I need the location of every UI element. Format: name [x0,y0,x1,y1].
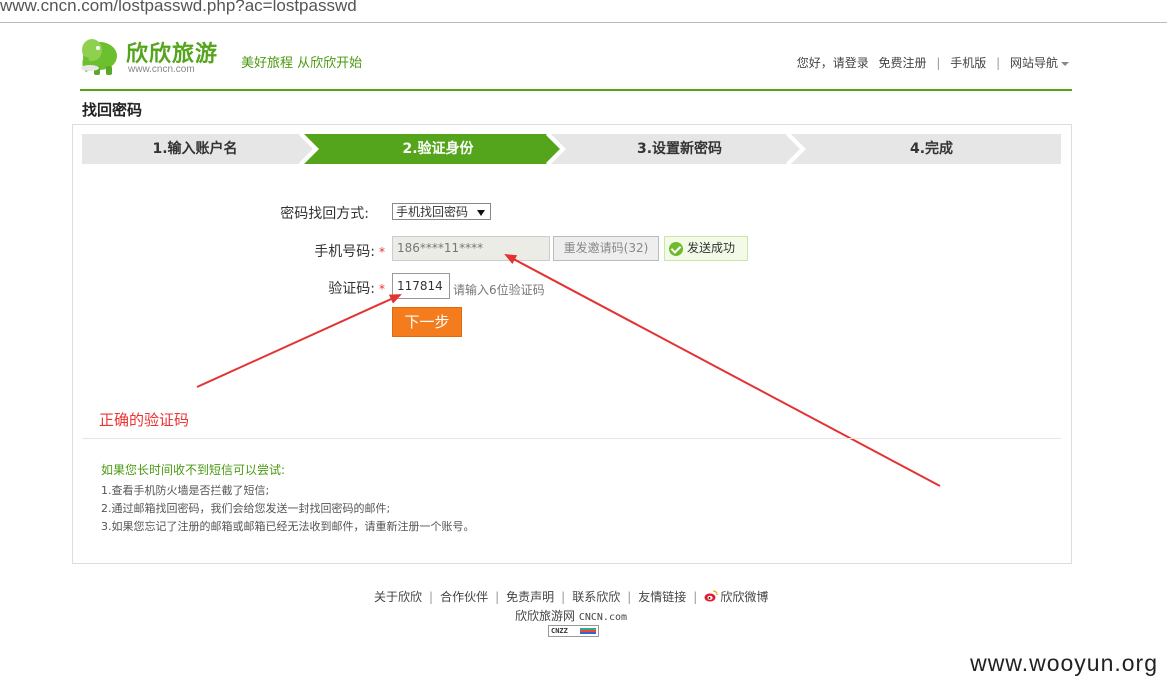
annotation-text: 正确的验证码 [99,411,190,429]
weibo-icon [704,590,718,602]
check-icon [669,242,683,256]
divider: | [936,56,941,70]
greeting: 您好， [796,56,833,70]
footer-link-partners[interactable]: 合作伙伴 [440,590,488,604]
step-4: 4.完成 [909,141,954,157]
tips-title: 如果您长时间收不到短信可以尝试: [101,463,286,477]
footer-links: 关于欣欣 | 合作伙伴 | 免责声明 | 联系欣欣 | 友情链接 | 欣欣微博 [374,588,768,605]
tip-item: 1.查看手机防火墙是否拦截了短信; [101,484,270,497]
divider: | [495,590,500,604]
browser-address-bar[interactable]: www.cncn.com/lostpasswd.php?ac=lostpassw… [0,0,1167,23]
mobile-link[interactable]: 手机版 [950,56,986,70]
brand-domain: www.cncn.com [128,64,195,75]
code-hint: 请输入6位验证码 [453,283,545,297]
step-3: 3.设置新密码 [636,141,723,157]
method-label: 密码找回方式: [280,206,369,222]
footer-link-friends[interactable]: 友情链接 [638,590,686,604]
step-2-active: 2.验证身份 [402,141,474,157]
dropdown-arrow-icon [477,210,485,216]
copyright: 欣欣旅游网 CNCN.com [515,607,627,624]
watermark: www.wooyun.org [970,650,1158,676]
phone-field[interactable]: 186****11**** [392,236,550,261]
resend-code-button[interactable]: 重发邀请码(32) [553,236,659,261]
register-link[interactable]: 免费注册 [879,56,927,70]
footer-link-weibo[interactable]: 欣欣微博 [704,590,768,604]
footer-link-about[interactable]: 关于欣欣 [374,590,422,604]
divider: | [627,590,632,604]
next-step-button[interactable]: 下一步 [392,307,462,337]
cnzz-bars-icon [580,628,596,634]
tip-item: 2.通过邮箱找回密码，我们会给您发送一封找回密码的邮件; [101,502,391,515]
step-1: 1.输入账户名 [152,141,238,157]
section-divider [82,438,1061,439]
header-divider [80,89,1072,91]
required-mark: * [379,245,385,259]
cnzz-badge[interactable]: CNZZ [548,625,599,637]
footer-link-contact[interactable]: 联系欣欣 [572,590,620,604]
copyright-en: CNCN.com [578,612,628,623]
page-title: 找回密码 [82,101,143,119]
top-navigation: 您好，请登录 免费注册 | 手机版 | 网站导航 [797,54,1069,71]
phone-label-text: 手机号码: [314,244,375,260]
weibo-label: 欣欣微博 [720,590,769,604]
divider: | [429,590,434,604]
cnzz-label: CNZZ [551,627,568,635]
elephant-logo-icon [81,39,117,75]
content-panel [72,124,1072,564]
divider: | [561,590,566,604]
divider: | [996,56,1001,70]
divider: | [693,590,698,604]
code-label-text: 验证码: [328,281,375,297]
url-text[interactable]: www.cncn.com/lostpasswd.php?ac=lostpassw… [0,0,357,16]
tip-item: 3.如果您忘记了注册的邮箱或邮箱已经无法收到邮件，请重新注册一个账号。 [101,520,475,533]
code-label: 验证码: * [290,278,385,298]
footer-link-disclaimer[interactable]: 免责声明 [506,590,554,604]
required-mark: * [379,282,385,296]
send-success-notice: 发送成功 [664,236,748,261]
recovery-method-select[interactable]: 手机找回密码 [392,203,491,220]
select-value: 手机找回密码 [396,205,469,219]
slogan: 美好旅程 从欣欣开始 [241,56,363,71]
phone-label: 手机号码: * [290,241,385,261]
copyright-cn: 欣欣旅游网 [515,609,576,623]
site-nav-link[interactable]: 网站导航 [1010,56,1069,70]
success-text: 发送成功 [687,241,736,255]
site-nav-label: 网站导航 [1009,56,1058,70]
progress-steps: 1.输入账户名 2.验证身份 3.设置新密码 4.完成 [82,134,1061,164]
verification-code-input[interactable]: 117814 [392,273,450,299]
site-logo[interactable]: 欣欣旅游 www.cncn.com [78,30,228,80]
chevron-down-icon [1061,61,1069,66]
login-link[interactable]: 请登录 [833,56,869,70]
